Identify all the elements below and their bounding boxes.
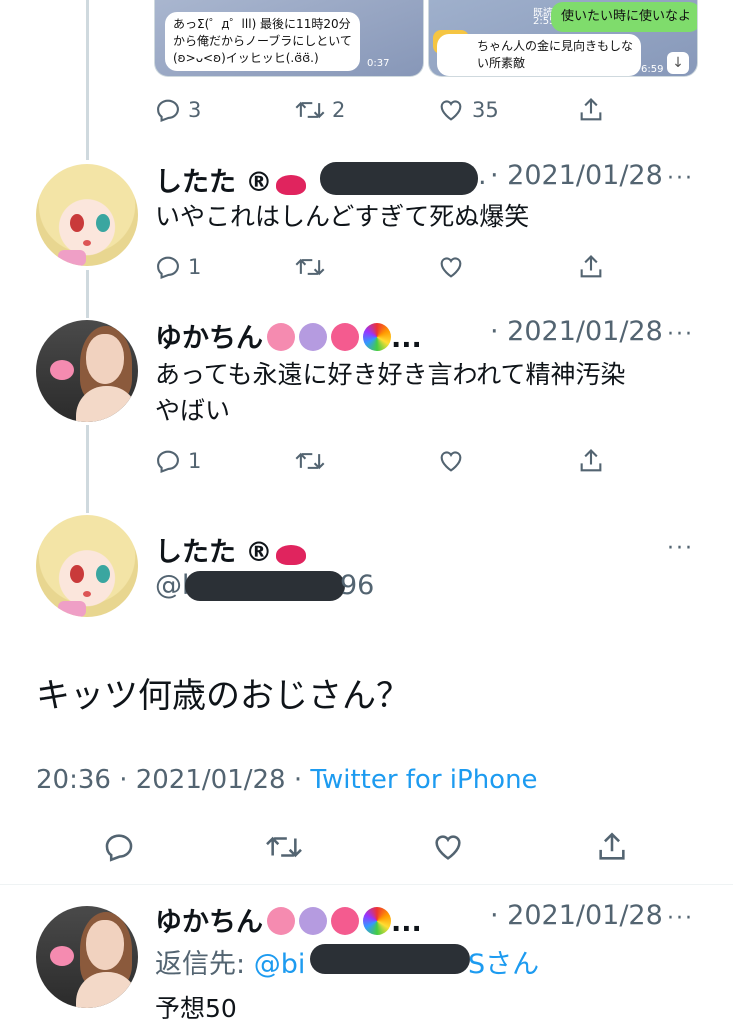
avatar[interactable] [36, 906, 138, 1008]
tweet-date[interactable]: · 2021/01/28 [490, 160, 663, 191]
share-icon [580, 255, 602, 278]
like-icon [440, 451, 462, 472]
brain-emoji [267, 907, 295, 935]
tweet-author-name[interactable]: ゆかちん... [155, 316, 422, 355]
reply-count: 3 [188, 98, 202, 122]
kiss-emoji [276, 545, 307, 565]
reply-to-line: 返信先: @bi [155, 942, 305, 981]
tweet-date[interactable]: · 2021/01/28 [490, 900, 663, 931]
more-icon[interactable]: ··· [667, 166, 694, 191]
chat-time: 6:59 [641, 64, 664, 75]
like-icon [435, 835, 461, 860]
rainbow-emoji [363, 907, 391, 935]
share-icon [580, 98, 602, 121]
like-button[interactable]: 35 [436, 96, 499, 124]
avatar[interactable] [36, 515, 138, 617]
redacted-handle [310, 944, 470, 974]
chat-bubble-green: 使いたい時に使いなよ [551, 2, 697, 32]
divider [0, 884, 733, 885]
retweet-button[interactable] [264, 830, 304, 864]
retweet-button[interactable] [294, 253, 326, 281]
like-button[interactable] [436, 447, 466, 475]
chat-time: 0:37 [367, 58, 390, 69]
avatar[interactable] [36, 320, 138, 422]
redacted-handle [185, 571, 345, 601]
reply-button[interactable] [102, 830, 136, 864]
main-tweet-text: キッツ何歳のおじさん？ [36, 676, 410, 716]
retweet-icon [295, 101, 325, 119]
reply-to-label: 返信先: [155, 949, 254, 980]
kiss-emoji [276, 175, 307, 195]
more-icon[interactable]: ··· [667, 322, 694, 347]
brain-emoji [267, 323, 295, 351]
avatar[interactable] [36, 164, 138, 266]
like-button[interactable] [430, 830, 466, 864]
reply-to-handle-suffix[interactable]: Sさん [468, 942, 539, 981]
thread-line [86, 0, 89, 160]
tweet-dot: . [478, 160, 487, 191]
reply-count: 1 [188, 449, 202, 473]
tweet-text-line-1: あっても永遠に好き好き言われて精神汚染 [155, 360, 626, 389]
share-icon [599, 832, 625, 860]
share-button[interactable] [595, 830, 629, 864]
retweet-icon [295, 258, 325, 276]
tweet-text: いやこれはしんどすぎて死ぬ爆笑 [155, 202, 530, 231]
rainbow-emoji [363, 323, 391, 351]
retweet-button[interactable] [294, 447, 326, 475]
share-icon [580, 449, 602, 472]
tweet-text-line-2: やばい [155, 396, 231, 425]
like-icon [440, 100, 462, 121]
tweet-author-name[interactable]: ゆかちん... [155, 900, 422, 939]
more-icon[interactable]: ··· [667, 536, 694, 561]
tweet-date[interactable]: · 2021/01/28 [490, 316, 663, 347]
unicorn-emoji [299, 323, 327, 351]
share-button[interactable] [577, 96, 605, 124]
main-author-name[interactable]: したた ® [155, 530, 307, 569]
unicorn-emoji [299, 907, 327, 935]
heart-ribbon-emoji [331, 907, 359, 935]
thread-line [86, 425, 89, 513]
like-button[interactable] [436, 253, 466, 281]
like-count: 35 [472, 98, 499, 122]
reply-icon [105, 834, 133, 862]
share-button[interactable] [577, 447, 605, 475]
retweet-count: 2 [332, 98, 346, 122]
main-tweet-meta: 20:36 · 2021/01/28 · Twitter for iPhone [36, 765, 538, 795]
media-image-right[interactable]: 既読 2:55 使いたい時に使いなよ ちゃん人の金に見向きもしな い所素敵 6:… [428, 0, 698, 77]
reply-icon [157, 256, 179, 280]
reply-button[interactable]: 1 [154, 253, 201, 281]
heart-ribbon-emoji [331, 323, 359, 351]
reply-icon [157, 99, 179, 123]
retweet-icon [266, 836, 302, 858]
reply-button[interactable]: 3 [154, 96, 201, 124]
tweet-text: 予想50 [155, 994, 237, 1023]
main-tweet-time[interactable]: 20:36 · 2021/01/28 · [36, 765, 310, 795]
share-button[interactable] [577, 253, 605, 281]
reply-icon [157, 450, 179, 474]
reply-count: 1 [188, 255, 202, 279]
source-link[interactable]: Twitter for iPhone [310, 765, 537, 795]
tweet-author-name[interactable]: したた ® [155, 160, 307, 199]
scroll-down-icon[interactable]: ↓ [667, 52, 689, 74]
chat-bubble: ちゃん人の金に見向きもしな い所素敵 [437, 34, 642, 76]
reply-button[interactable]: 1 [154, 447, 201, 475]
thread-line [86, 270, 89, 318]
more-icon[interactable]: ··· [667, 906, 694, 931]
chat-bubble: あっΣ(゜д゜lll) 最後に11時20分 から俺だからノーブラにしといて (ʚ… [165, 12, 360, 71]
main-handle-suffix[interactable]: 96 [340, 570, 374, 601]
media-image-left[interactable]: あっΣ(゜д゜lll) 最後に11時20分 から俺だからノーブラにしといて (ʚ… [154, 0, 424, 77]
redacted-handle [320, 162, 478, 195]
like-icon [440, 257, 462, 278]
reply-to-handle-prefix[interactable]: @bi [254, 949, 306, 980]
retweet-button[interactable]: 2 [294, 96, 345, 124]
retweet-icon [295, 452, 325, 470]
